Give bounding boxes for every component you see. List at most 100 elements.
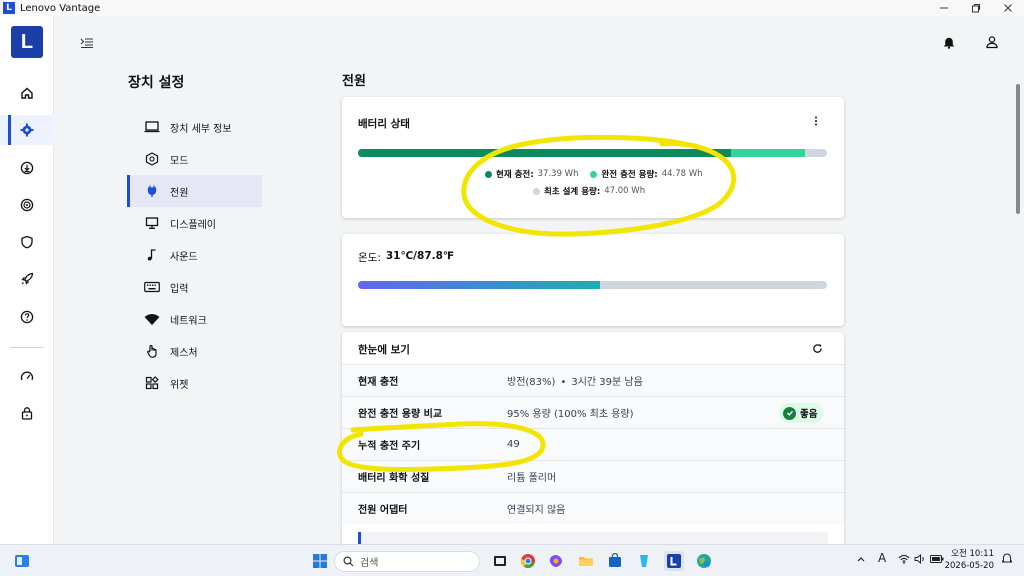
nav-item-label: 장치 세부 정보: [170, 123, 232, 135]
chevron-up-icon: [857, 557, 865, 562]
current-dot: [485, 170, 492, 178]
show-hidden-icons-button[interactable]: [856, 554, 866, 567]
app-shortcut-icon: [640, 555, 648, 567]
nav-item-label: 전원: [170, 187, 189, 199]
file-explorer-taskbar-button[interactable]: [576, 551, 596, 571]
design-capacity-label: 최초 설계 용량:: [544, 187, 601, 197]
glance-value: 리튬 폴리머: [507, 473, 557, 484]
chrome-icon: [520, 554, 535, 568]
collapse-menu-button[interactable]: [80, 34, 94, 53]
task-view-button[interactable]: [490, 551, 510, 571]
taskbar-search[interactable]: 검색: [334, 551, 480, 572]
minimize-icon: [940, 7, 948, 9]
health-badge: 좋음: [779, 403, 824, 423]
temperature-bar: [358, 281, 827, 289]
app-logo: L: [3, 2, 15, 14]
start-button[interactable]: [310, 551, 330, 571]
rail-lock[interactable]: [0, 398, 54, 428]
nav-item-2[interactable]: 전원: [127, 175, 262, 207]
home-icon: [21, 87, 33, 99]
notification-center-button[interactable]: [1001, 552, 1013, 567]
battery-capacity-bar: [358, 149, 827, 157]
lenovo-vantage-taskbar-button[interactable]: [664, 551, 684, 571]
battery-legend-bottom: 최초 설계 용량: 47.00 Wh: [533, 185, 657, 197]
task-view-icon: [494, 556, 506, 566]
battery-legend-top: 현재 충전: 37.39 Wh 완전 충전 용량: 44.78 Wh: [485, 168, 715, 180]
browser-taskbar-button[interactable]: [694, 551, 714, 571]
search-placeholder: 검색: [360, 558, 379, 569]
nav-item-label: 제스처: [170, 347, 198, 359]
chrome-taskbar-button[interactable]: [518, 551, 538, 571]
music-icon: [143, 246, 161, 264]
clock-date: 2026-05-20: [944, 561, 994, 571]
laptop-icon: [143, 118, 161, 136]
nav-item-1[interactable]: 모드: [127, 143, 262, 175]
nav-item-0[interactable]: 장치 세부 정보: [127, 111, 262, 143]
lenovo-vantage-icon: [667, 554, 681, 568]
nav-item-label: 위젯: [170, 379, 189, 391]
notifications-button[interactable]: [941, 34, 957, 50]
app-taskbar-button[interactable]: [634, 551, 654, 571]
rail-smart[interactable]: [0, 190, 54, 220]
close-icon: [1004, 4, 1012, 12]
lenovo-logo[interactable]: L: [11, 26, 43, 58]
current-charge-value: 37.39 Wh: [537, 169, 579, 179]
account-button[interactable]: [984, 34, 1000, 50]
at-a-glance-title: 한눈에 보기: [358, 344, 410, 356]
rail-help[interactable]: [0, 302, 54, 332]
restore-button[interactable]: [960, 0, 992, 16]
title-bar: L Lenovo Vantage: [0, 0, 1024, 16]
rail-download[interactable]: [0, 153, 54, 183]
refresh-button[interactable]: [809, 340, 825, 356]
wifi-icon: [898, 554, 910, 564]
nav-item-5[interactable]: 입력: [127, 271, 262, 303]
rail-home[interactable]: [0, 78, 54, 108]
widgets-taskbar-button[interactable]: [12, 551, 32, 571]
battery-tray-button[interactable]: [930, 554, 944, 567]
hand-icon: [143, 342, 161, 360]
minimize-button[interactable]: [928, 0, 960, 16]
scrollbar[interactable]: [1012, 16, 1024, 544]
bell-icon: [944, 37, 954, 49]
current-charge-label: 현재 충전:: [496, 170, 534, 180]
rail-performance[interactable]: [0, 362, 54, 392]
download-icon: [20, 161, 34, 175]
smart-icon: [20, 198, 34, 212]
rail-divider: [10, 347, 44, 348]
user-icon: [986, 36, 998, 49]
more-vertical-icon: [815, 116, 817, 126]
help-icon: [20, 310, 34, 324]
glance-value: 연결되지 않음: [507, 505, 566, 516]
battery-status-card: 배터리 상태 현재 충전: 37.39 Wh 완전 충전 용량: 44.78 W…: [342, 97, 844, 218]
nav-item-4[interactable]: 사운드: [127, 239, 262, 271]
page-title: 전원: [342, 74, 366, 89]
plug-icon: [143, 182, 161, 200]
nav-item-6[interactable]: 네트워크: [127, 303, 262, 335]
gauge-icon: [20, 371, 34, 381]
taskbar: 검색 A 오전 10:11 2026-05-20: [0, 544, 1024, 576]
glance-row-current-charge: 현재 충전 방전(83%) • 3시간 39분 남음: [342, 364, 844, 396]
restore-icon: [972, 4, 980, 13]
check-icon: [783, 406, 796, 420]
input-indicator[interactable]: A: [878, 551, 886, 565]
nav-item-label: 디스플레이: [170, 219, 216, 231]
rail-security[interactable]: [0, 227, 54, 257]
globe-icon: [697, 554, 711, 568]
full-dot: [590, 170, 598, 178]
nav-item-7[interactable]: 제스처: [127, 335, 262, 367]
more-options-button[interactable]: [808, 113, 824, 129]
network-button[interactable]: [898, 554, 910, 567]
copilot-taskbar-button[interactable]: [546, 551, 566, 571]
volume-button[interactable]: [914, 553, 926, 567]
store-taskbar-button[interactable]: [605, 551, 625, 571]
close-button[interactable]: [992, 0, 1024, 16]
nav-item-3[interactable]: 디스플레이: [127, 207, 262, 239]
rail-boost[interactable]: [0, 264, 54, 294]
widgets-icon: [143, 374, 161, 392]
taskbar-clock[interactable]: 오전 10:11 2026-05-20: [944, 548, 994, 572]
rail-settings[interactable]: [0, 115, 54, 145]
scrollbar-thumb[interactable]: [1016, 84, 1020, 214]
nav-item-label: 사운드: [170, 251, 198, 263]
nav-item-label: 네트워크: [170, 315, 207, 327]
nav-item-8[interactable]: 위젯: [127, 367, 262, 399]
